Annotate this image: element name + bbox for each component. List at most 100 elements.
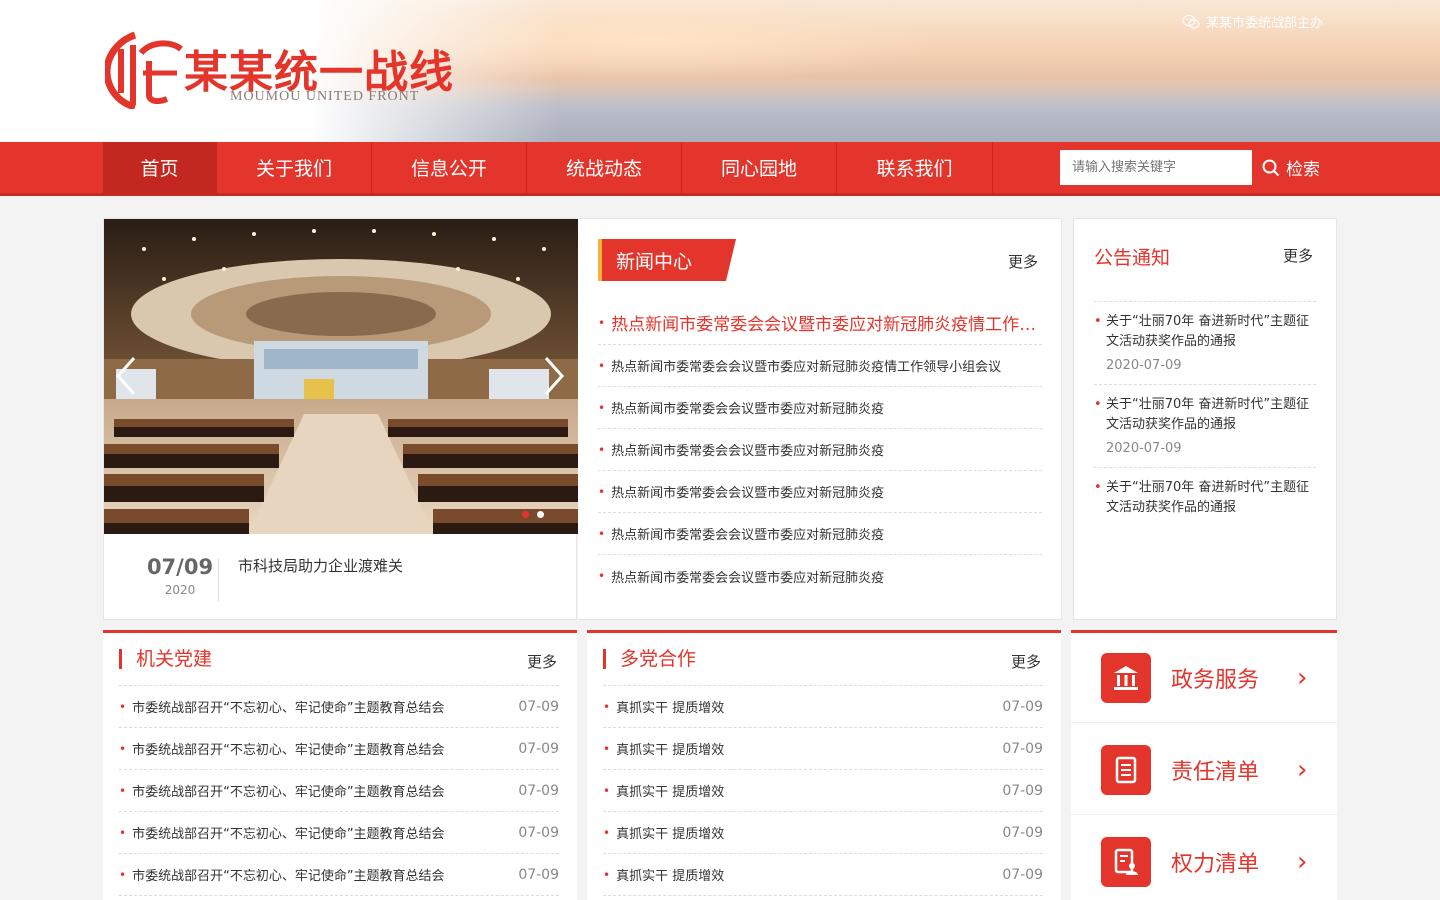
bullet-icon: • <box>598 526 606 541</box>
sponsor-text: 某某市委统战部主办 <box>1206 16 1324 31</box>
service-power[interactable]: 权力清单 › <box>1071 817 1337 900</box>
bullet-icon: • <box>598 358 606 373</box>
news-item-text: 热点新闻市委常委会会议暨市委应对新冠肺炎疫 <box>611 402 885 417</box>
news-list: • 热点新闻市委常委会会议暨市委应对新冠肺炎疫情工作领导小组会议 • 热点新闻市委… <box>598 301 1042 597</box>
multiparty-list: • 真抓实干 提质增效 07-09 • 真抓实干 提质增效 07-09 • 真抓实干 提质… <box>603 685 1043 896</box>
header-banner: 某某统一战线 MOUMOU UNITED FRONT 某某市委统战部主办 <box>0 0 1440 142</box>
news-item-text: 热点新闻市委常委会会议暨市委应对新冠肺炎疫 <box>611 486 885 501</box>
bullet-icon: • <box>119 825 127 840</box>
news-headline[interactable]: • 热点新闻市委常委会会议暨市委应对新冠肺炎疫情工作领导小组会议 <box>598 301 1042 345</box>
item-date: 07-09 <box>1002 740 1043 757</box>
list-item[interactable]: • 热点新闻市委常委会会议暨市委应对新冠肺炎疫 <box>598 429 1042 471</box>
list-item[interactable]: • 市委统战部召开“不忘初心、牢记使命”主题教育总结会 07-09 <box>119 770 559 812</box>
search-input[interactable] <box>1060 150 1252 185</box>
bullet-icon: • <box>598 484 606 499</box>
notice-text: 关于“壮丽70年 奋进新时代”主题征文活动获奖作品的通报 <box>1106 397 1310 432</box>
item-date: 07-09 <box>518 782 559 799</box>
slider-next-button[interactable] <box>538 354 568 398</box>
party-list: • 市委统战部召开“不忘初心、牢记使命”主题教育总结会 07-09 • 市委统战部召开… <box>119 685 559 896</box>
caption-divider <box>218 559 219 601</box>
slide-date-year: 2020 <box>164 583 196 597</box>
news-item-text: 热点新闻市委常委会会议暨市委应对新冠肺炎疫 <box>611 528 885 543</box>
item-title: 真抓实干 提质增效 <box>616 869 725 884</box>
multiparty-more-link[interactable]: 更多 <box>1011 651 1041 672</box>
list-item[interactable]: • 真抓实干 提质增效 07-09 <box>603 728 1043 770</box>
search-icon <box>1262 159 1280 176</box>
bullet-icon: • <box>603 699 611 714</box>
list-item[interactable]: • 热点新闻市委常委会会议暨市委应对新冠肺炎疫情工作领导小组会议 <box>598 345 1042 387</box>
nav-item-home[interactable]: 首页 <box>103 142 217 193</box>
chevron-right-icon: › <box>1297 754 1308 785</box>
news-item-text: 热点新闻市委常委会会议暨市委应对新冠肺炎疫 <box>611 444 885 459</box>
item-title: 真抓实干 提质增效 <box>616 743 725 758</box>
party-more-link[interactable]: 更多 <box>527 651 557 672</box>
item-date: 07-09 <box>518 866 559 883</box>
list-item[interactable]: • 热点新闻市委常委会会议暨市委应对新冠肺炎疫 <box>598 387 1042 429</box>
list-item[interactable]: • 热点新闻市委常委会会议暨市委应对新冠肺炎疫 <box>598 471 1042 513</box>
slider-dot[interactable] <box>537 511 544 518</box>
item-title: 真抓实干 提质增效 <box>616 785 725 800</box>
slider-dot[interactable] <box>522 511 529 518</box>
notice-item[interactable]: • 关于“壮丽70年 奋进新时代”主题征文活动获奖作品的通报 2020-07-0… <box>1094 302 1316 385</box>
list-item[interactable]: • 真抓实干 提质增效 07-09 <box>603 812 1043 854</box>
item-date: 07-09 <box>1002 782 1043 799</box>
slide-caption[interactable]: 市科技局助力企业渡难关 <box>238 555 403 576</box>
item-title: 真抓实干 提质增效 <box>616 827 725 842</box>
party-building-panel: 机关党建 更多 • 市委统战部召开“不忘初心、牢记使命”主题教育总结会 07-09 … <box>103 630 577 900</box>
item-date: 07-09 <box>518 740 559 757</box>
bullet-icon: • <box>1094 314 1102 329</box>
news-more-link[interactable]: 更多 <box>1008 251 1038 272</box>
nav-item-news[interactable]: 统战动态 <box>527 142 682 193</box>
news-center-tab[interactable]: 新闻中心 <box>598 239 736 281</box>
item-title: 市委统战部召开“不忘初心、牢记使命”主题教育总结会 <box>132 827 445 842</box>
slide-date-day: 07/09 <box>146 555 214 579</box>
notice-text: 关于“壮丽70年 奋进新时代”主题征文活动获奖作品的通报 <box>1106 314 1310 349</box>
list-item[interactable]: • 热点新闻市委常委会会议暨市委应对新冠肺炎疫 <box>598 555 1042 597</box>
item-date: 07-09 <box>518 698 559 715</box>
form-person-icon <box>1101 837 1151 887</box>
service-responsibility[interactable]: 责任清单 › <box>1071 725 1337 815</box>
list-item[interactable]: • 市委统战部召开“不忘初心、牢记使命”主题教育总结会 07-09 <box>119 812 559 854</box>
item-title: 市委统战部召开“不忘初心、牢记使命”主题教育总结会 <box>132 743 445 758</box>
list-item[interactable]: • 真抓实干 提质增效 07-09 <box>603 770 1043 812</box>
bullet-icon: • <box>598 315 606 330</box>
slider-prev-button[interactable] <box>112 354 142 398</box>
service-label: 政务服务 <box>1171 667 1260 693</box>
bullet-icon: • <box>603 867 611 882</box>
notice-more-link[interactable]: 更多 <box>1283 245 1313 266</box>
item-title: 市委统战部召开“不忘初心、牢记使命”主题教育总结会 <box>132 701 445 716</box>
list-item[interactable]: • 市委统战部召开“不忘初心、牢记使命”主题教育总结会 07-09 <box>119 728 559 770</box>
multiparty-title[interactable]: 多党合作 <box>603 649 696 669</box>
nav-item-contact[interactable]: 联系我们 <box>837 142 993 193</box>
news-center-panel: 新闻中心 更多 • 热点新闻市委常委会会议暨市委应对新冠肺炎疫情工作领导小组会议… <box>578 218 1062 620</box>
list-item[interactable]: • 热点新闻市委常委会会议暨市委应对新冠肺炎疫 <box>598 513 1042 555</box>
site-subtitle: MOUMOU UNITED FRONT <box>230 89 420 104</box>
nav-item-about[interactable]: 关于我们 <box>217 142 372 193</box>
logo-icon[interactable] <box>105 31 185 109</box>
search-button[interactable]: 检索 <box>1262 150 1320 185</box>
bullet-icon: • <box>119 699 127 714</box>
item-date: 07-09 <box>1002 698 1043 715</box>
bullet-icon: • <box>603 825 611 840</box>
notice-title[interactable]: 公告通知 <box>1094 243 1170 270</box>
notice-item[interactable]: • 关于“壮丽70年 奋进新时代”主题征文活动获奖作品的通报 <box>1094 468 1316 526</box>
notice-date: 2020-07-09 <box>1106 441 1182 456</box>
list-item[interactable]: • 市委统战部召开“不忘初心、牢记使命”主题教育总结会 07-09 <box>119 686 559 728</box>
chevron-right-icon: › <box>1297 847 1308 877</box>
list-item[interactable]: • 真抓实干 提质增效 07-09 <box>603 854 1043 896</box>
slide-image[interactable] <box>104 219 578 534</box>
list-item[interactable]: • 真抓实干 提质增效 07-09 <box>603 686 1043 728</box>
nav-item-garden[interactable]: 同心园地 <box>682 142 837 193</box>
list-item[interactable]: • 市委统战部召开“不忘初心、牢记使命”主题教育总结会 07-09 <box>119 854 559 896</box>
nav-item-info[interactable]: 信息公开 <box>372 142 527 193</box>
item-date: 07-09 <box>1002 824 1043 841</box>
item-title: 真抓实干 提质增效 <box>616 701 725 716</box>
notice-list: • 关于“壮丽70年 奋进新时代”主题征文活动获奖作品的通报 2020-07-0… <box>1094 301 1316 526</box>
multiparty-panel: 多党合作 更多 • 真抓实干 提质增效 07-09 • 真抓实干 提质增效 07-09 … <box>587 630 1061 900</box>
chevron-right-icon: › <box>1297 662 1308 693</box>
wechat-icon <box>1182 14 1200 29</box>
party-building-title[interactable]: 机关党建 <box>119 649 212 669</box>
service-government[interactable]: 政务服务 › <box>1071 633 1337 723</box>
slide-date: 07/09 2020 <box>134 555 226 597</box>
notice-item[interactable]: • 关于“壮丽70年 奋进新时代”主题征文活动获奖作品的通报 2020-07-0… <box>1094 385 1316 468</box>
